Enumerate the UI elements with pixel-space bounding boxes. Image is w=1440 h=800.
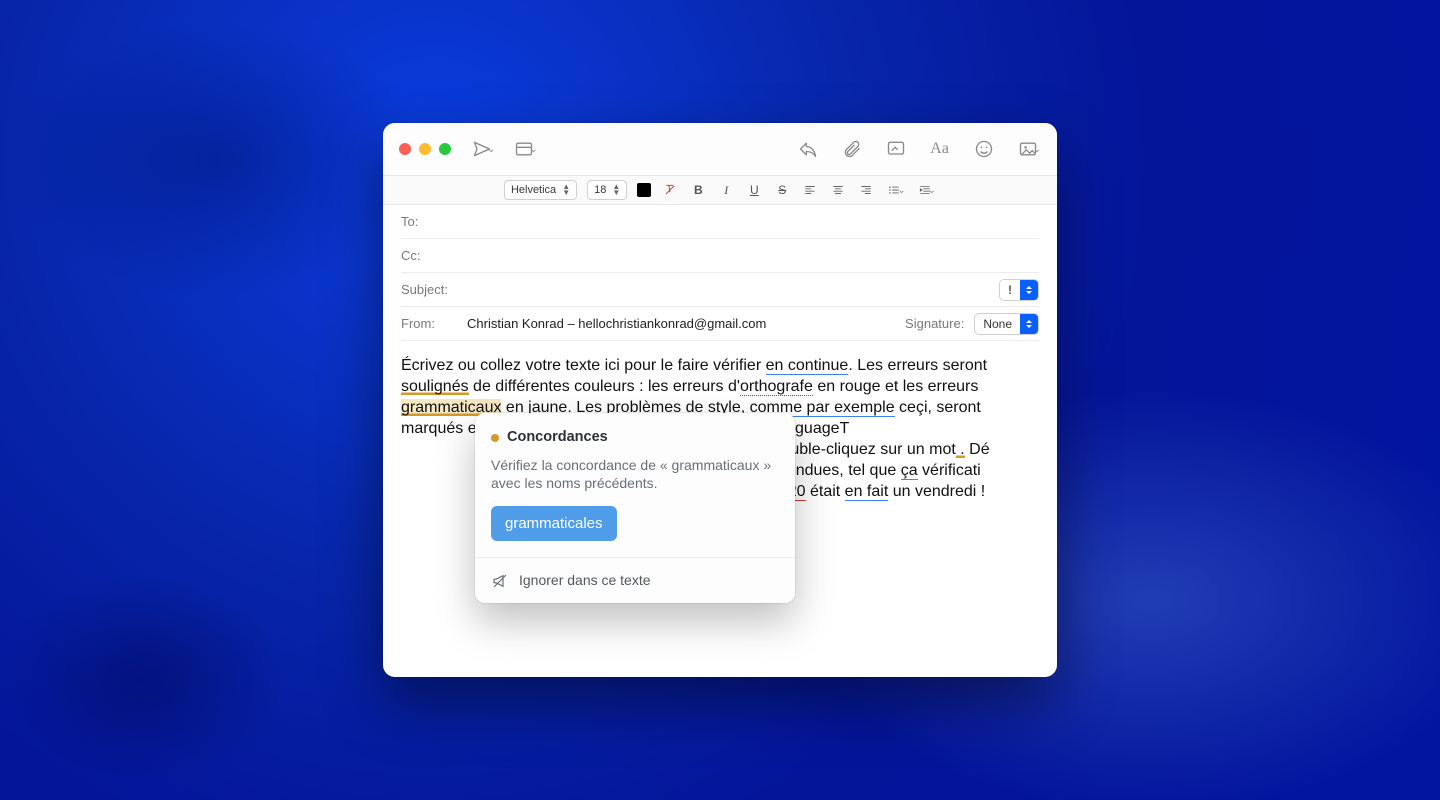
italic-button[interactable]: I [717, 183, 735, 198]
cc-row[interactable]: Cc: [401, 239, 1039, 273]
markup-icon[interactable] [885, 138, 907, 160]
body-text: Écrivez ou collez votre texte ici pour l… [401, 357, 766, 374]
align-left-icon[interactable] [801, 181, 819, 199]
ignore-in-text-button[interactable]: Ignorer dans ce texte [475, 558, 795, 603]
grammar-popover: Concordances Vérifiez la concordance de … [475, 413, 795, 603]
reply-icon[interactable] [797, 138, 819, 160]
priority-marker: ! [1000, 283, 1020, 297]
to-label: To: [401, 214, 457, 229]
popover-description: Vérifiez la concordance de « grammaticau… [491, 456, 779, 492]
send-options-chevron[interactable]: ⌄ [487, 144, 495, 155]
emoji-icon[interactable] [973, 138, 995, 160]
header-toggle-chevron[interactable]: ⌄ [529, 144, 537, 155]
message-body[interactable]: Écrivez ou collez votre texte ici pour l… [383, 341, 1057, 677]
font-size-select[interactable]: 18 ▲▼ [587, 180, 627, 200]
text-color-swatch[interactable] [637, 183, 651, 197]
subject-label: Subject: [401, 282, 457, 297]
titlebar: ⌄ ⌄ Aa [383, 123, 1057, 175]
signature-label: Signature: [905, 316, 964, 331]
grammar-underline[interactable]: soulignés [401, 378, 469, 395]
minimize-window-button[interactable] [419, 143, 431, 155]
clear-format-icon[interactable] [661, 181, 679, 199]
font-family-value: Helvetica [511, 184, 556, 196]
font-family-select[interactable]: Helvetica ▲▼ [504, 180, 577, 200]
signature-value: None [983, 317, 1012, 331]
font-size-value: 18 [594, 184, 606, 196]
align-center-icon[interactable] [829, 181, 847, 199]
align-right-icon[interactable] [857, 181, 875, 199]
strike-button[interactable]: S [773, 183, 791, 197]
subject-row[interactable]: Subject: ! [401, 273, 1039, 307]
close-window-button[interactable] [399, 143, 411, 155]
indent-chevron[interactable]: ⌄ [928, 185, 936, 196]
signature-select[interactable]: None [974, 313, 1039, 335]
suggestion-button[interactable]: grammaticales [491, 506, 617, 541]
bold-button[interactable]: B [689, 183, 707, 197]
popover-title: Concordances [507, 427, 608, 448]
from-row: From: Christian Konrad – hellochristiank… [401, 307, 1039, 341]
to-row[interactable]: To: [401, 205, 1039, 239]
style-underline[interactable]: en continue [766, 357, 849, 375]
grammar-underline[interactable]: . [956, 441, 965, 458]
style-underline[interactable]: en fait [845, 483, 889, 501]
style-underline[interactable]: ça [901, 462, 918, 480]
format-icon[interactable]: Aa [929, 138, 951, 160]
window-controls [399, 143, 451, 155]
priority-select[interactable]: ! [999, 279, 1039, 301]
spelling-underline[interactable]: orthografe [740, 378, 813, 396]
zoom-window-button[interactable] [439, 143, 451, 155]
compose-window: ⌄ ⌄ Aa [383, 123, 1057, 677]
from-value[interactable]: Christian Konrad – hellochristiankonrad@… [467, 316, 895, 331]
photo-options-chevron[interactable]: ⌄ [1033, 144, 1041, 155]
paperclip-icon[interactable] [841, 138, 863, 160]
from-label: From: [401, 316, 457, 331]
format-toolbar: Helvetica ▲▼ 18 ▲▼ B I U S ⌄ ⌄ [383, 175, 1057, 205]
popover-category-dot-icon [491, 434, 499, 442]
cc-label: Cc: [401, 248, 457, 263]
ignore-label: Ignorer dans ce texte [519, 570, 651, 591]
header-fields: To: Cc: Subject: ! From: Christian Konra… [383, 205, 1057, 341]
list-chevron[interactable]: ⌄ [897, 185, 905, 196]
underline-button[interactable]: U [745, 183, 763, 197]
megaphone-mute-icon [491, 572, 509, 590]
signature-stepper-icon[interactable] [1020, 314, 1038, 334]
priority-stepper-icon[interactable] [1020, 280, 1038, 300]
